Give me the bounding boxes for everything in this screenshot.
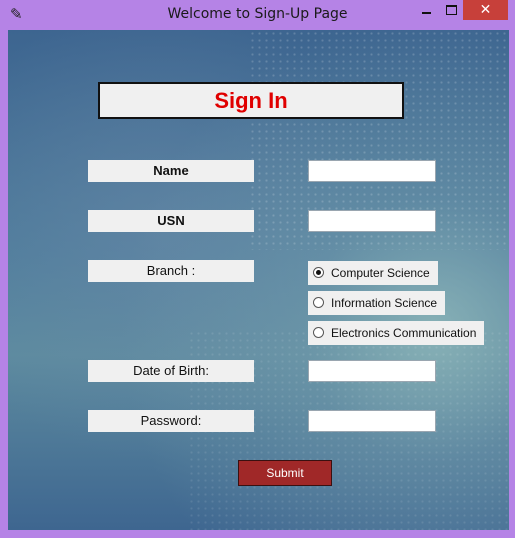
radio-computer-science[interactable]: Computer Science [308,261,438,285]
usn-label: USN [88,210,254,232]
radio-label: Information Science [331,296,438,310]
form-panel: Sign In Name USN Branch : Computer Scien… [8,30,509,530]
minimize-button[interactable] [414,0,438,20]
password-field[interactable] [308,410,436,432]
close-button[interactable]: ✕ [463,0,508,20]
maximize-button[interactable] [439,0,463,20]
branch-label: Branch : [88,260,254,282]
radio-label: Computer Science [331,266,430,280]
page-heading: Sign In [98,82,404,119]
radio-selected-icon [313,267,324,278]
close-icon: ✕ [479,2,492,18]
radio-electronics-communication[interactable]: Electronics Communication [308,321,485,345]
radio-unselected-icon [313,297,324,308]
name-field[interactable] [308,160,436,182]
password-label: Password: [88,410,254,432]
radio-information-science[interactable]: Information Science [308,291,446,315]
dob-field[interactable] [308,360,436,382]
maximize-icon [445,5,457,15]
name-label: Name [88,160,254,182]
radio-label: Electronics Communication [331,326,477,340]
title-bar: ✎ Welcome to Sign-Up Page ✕ [0,0,515,30]
submit-button[interactable]: Submit [238,460,332,486]
usn-field[interactable] [308,210,436,232]
minimize-icon [421,12,431,14]
radio-unselected-icon [313,327,324,338]
dob-label: Date of Birth: [88,360,254,382]
